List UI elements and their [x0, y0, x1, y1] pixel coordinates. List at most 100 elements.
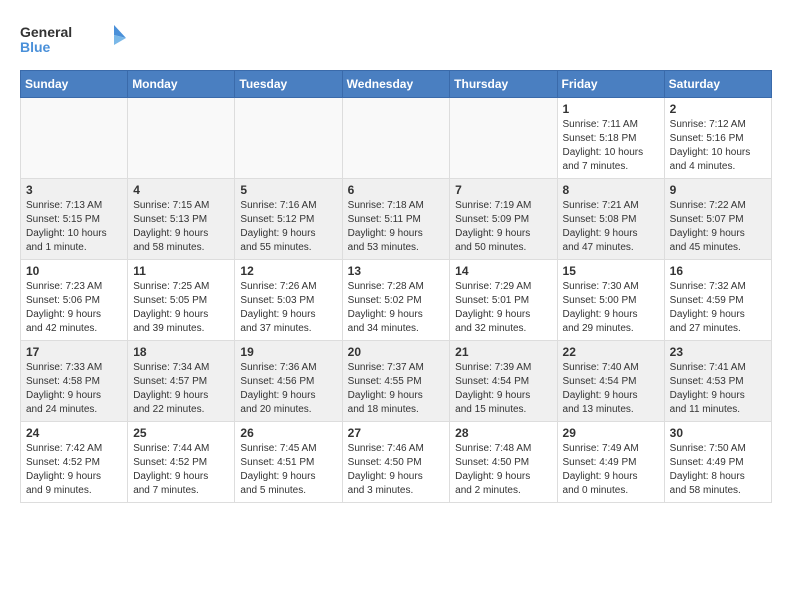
day-info: Sunrise: 7:50 AM Sunset: 4:49 PM Dayligh… [670, 442, 766, 498]
page-header: GeneralBlue [20, 20, 772, 60]
day-info: Sunrise: 7:40 AM Sunset: 4:54 PM Dayligh… [563, 361, 659, 417]
calendar-cell: 8Sunrise: 7:21 AM Sunset: 5:08 PM Daylig… [557, 179, 664, 260]
weekday-header-monday: Monday [128, 71, 235, 98]
day-number: 28 [455, 426, 551, 440]
day-number: 14 [455, 264, 551, 278]
day-info: Sunrise: 7:22 AM Sunset: 5:07 PM Dayligh… [670, 199, 766, 255]
day-number: 26 [240, 426, 336, 440]
day-info: Sunrise: 7:19 AM Sunset: 5:09 PM Dayligh… [455, 199, 551, 255]
logo-icon [82, 20, 127, 60]
day-number: 18 [133, 345, 229, 359]
calendar-cell: 4Sunrise: 7:15 AM Sunset: 5:13 PM Daylig… [128, 179, 235, 260]
calendar-cell: 21 Sunrise: 7:39 AM Sunset: 4:54 PM Dayli… [450, 341, 557, 422]
weekday-header-sunday: Sunday [21, 71, 128, 98]
day-info: Sunrise: 7:29 AM Sunset: 5:01 PM Dayligh… [455, 280, 551, 336]
calendar-cell: 12 Sunrise: 7:26 AM Sunset: 5:03 PM Dayli… [235, 260, 342, 341]
calendar-cell: 3 Sunrise: 7:13 AM Sunset: 5:15 PM Daylig… [21, 179, 128, 260]
calendar-cell [342, 98, 450, 179]
logo-general: General [20, 25, 72, 40]
day-number: 19 [240, 345, 336, 359]
day-info: Sunrise: 7:45 AM Sunset: 4:51 PM Dayligh… [240, 442, 336, 498]
day-info: Sunrise: 7:23 AM Sunset: 5:06 PM Dayligh… [26, 280, 122, 336]
day-info: Sunrise: 7:32 AM Sunset: 4:59 PM Dayligh… [670, 280, 766, 336]
day-info: Sunrise: 7:28 AM Sunset: 5:02 PM Dayligh… [348, 280, 445, 336]
day-number: 23 [670, 345, 766, 359]
weekday-header-row: SundayMondayTuesdayWednesdayThursdayFrid… [21, 71, 772, 98]
calendar-cell: 5 Sunrise: 7:16 AM Sunset: 5:12 PM Daylig… [235, 179, 342, 260]
day-number: 17 [26, 345, 122, 359]
weekday-header-friday: Friday [557, 71, 664, 98]
calendar-cell: 10 Sunrise: 7:23 AM Sunset: 5:06 PM Dayli… [21, 260, 128, 341]
calendar-cell [450, 98, 557, 179]
calendar-cell: 15 Sunrise: 7:30 AM Sunset: 5:00 PM Dayli… [557, 260, 664, 341]
calendar-cell: 24Sunrise: 7:42 AM Sunset: 4:52 PM Dayli… [21, 422, 128, 503]
day-number: 1 [563, 102, 659, 116]
day-number: 10 [26, 264, 122, 278]
day-number: 9 [670, 183, 766, 197]
day-info: Sunrise: 7:12 AM Sunset: 5:16 PM Dayligh… [670, 118, 766, 174]
day-info: Sunrise: 7:30 AM Sunset: 5:00 PM Dayligh… [563, 280, 659, 336]
calendar-cell: 7 Sunrise: 7:19 AM Sunset: 5:09 PM Daylig… [450, 179, 557, 260]
weekday-header-saturday: Saturday [664, 71, 771, 98]
day-info: Sunrise: 7:13 AM Sunset: 5:15 PM Dayligh… [26, 199, 122, 255]
day-info: Sunrise: 7:26 AM Sunset: 5:03 PM Dayligh… [240, 280, 336, 336]
calendar-cell: 2 Sunrise: 7:12 AM Sunset: 5:16 PM Daylig… [664, 98, 771, 179]
calendar-cell: 29 Sunrise: 7:49 AM Sunset: 4:49 PM Dayli… [557, 422, 664, 503]
calendar-cell: 30 Sunrise: 7:50 AM Sunset: 4:49 PM Dayli… [664, 422, 771, 503]
day-number: 27 [348, 426, 445, 440]
calendar-cell: 14 Sunrise: 7:29 AM Sunset: 5:01 PM Dayli… [450, 260, 557, 341]
weekday-header-wednesday: Wednesday [342, 71, 450, 98]
day-number: 16 [670, 264, 766, 278]
calendar-cell: 22 Sunrise: 7:40 AM Sunset: 4:54 PM Dayli… [557, 341, 664, 422]
day-number: 25 [133, 426, 229, 440]
day-info: Sunrise: 7:16 AM Sunset: 5:12 PM Dayligh… [240, 199, 336, 255]
calendar-cell: 28 Sunrise: 7:48 AM Sunset: 4:50 PM Dayli… [450, 422, 557, 503]
calendar-cell: 1 Sunrise: 7:11 AM Sunset: 5:18 PM Daylig… [557, 98, 664, 179]
day-number: 29 [563, 426, 659, 440]
day-info: Sunrise: 7:18 AM Sunset: 5:11 PM Dayligh… [348, 199, 445, 255]
day-info: Sunrise: 7:11 AM Sunset: 5:18 PM Dayligh… [563, 118, 659, 174]
calendar-cell: 23 Sunrise: 7:41 AM Sunset: 4:53 PM Dayli… [664, 341, 771, 422]
day-info: Sunrise: 7:46 AM Sunset: 4:50 PM Dayligh… [348, 442, 445, 498]
day-info: Sunrise: 7:21 AM Sunset: 5:08 PM Dayligh… [563, 199, 659, 255]
day-number: 12 [240, 264, 336, 278]
calendar-cell: 6Sunrise: 7:18 AM Sunset: 5:11 PM Daylig… [342, 179, 450, 260]
calendar-cell [235, 98, 342, 179]
calendar-cell: 20Sunrise: 7:37 AM Sunset: 4:55 PM Dayli… [342, 341, 450, 422]
calendar-cell: 18 Sunrise: 7:34 AM Sunset: 4:57 PM Dayli… [128, 341, 235, 422]
day-number: 15 [563, 264, 659, 278]
logo: GeneralBlue [20, 20, 127, 60]
day-number: 30 [670, 426, 766, 440]
calendar-cell: 13 Sunrise: 7:28 AM Sunset: 5:02 PM Dayli… [342, 260, 450, 341]
day-number: 13 [348, 264, 445, 278]
calendar-cell: 19 Sunrise: 7:36 AM Sunset: 4:56 PM Dayli… [235, 341, 342, 422]
day-number: 22 [563, 345, 659, 359]
day-info: Sunrise: 7:49 AM Sunset: 4:49 PM Dayligh… [563, 442, 659, 498]
calendar-table: SundayMondayTuesdayWednesdayThursdayFrid… [20, 70, 772, 503]
calendar-cell [128, 98, 235, 179]
day-info: Sunrise: 7:41 AM Sunset: 4:53 PM Dayligh… [670, 361, 766, 417]
day-number: 4 [133, 183, 229, 197]
calendar-cell: 26 Sunrise: 7:45 AM Sunset: 4:51 PM Dayli… [235, 422, 342, 503]
day-number: 21 [455, 345, 551, 359]
day-info: Sunrise: 7:39 AM Sunset: 4:54 PM Dayligh… [455, 361, 551, 417]
calendar-cell: 17 Sunrise: 7:33 AM Sunset: 4:58 PM Dayli… [21, 341, 128, 422]
calendar-cell: 27 Sunrise: 7:46 AM Sunset: 4:50 PM Dayli… [342, 422, 450, 503]
weekday-header-tuesday: Tuesday [235, 71, 342, 98]
day-info: Sunrise: 7:37 AM Sunset: 4:55 PM Dayligh… [348, 361, 445, 417]
day-number: 7 [455, 183, 551, 197]
day-info: Sunrise: 7:34 AM Sunset: 4:57 PM Dayligh… [133, 361, 229, 417]
day-info: Sunrise: 7:44 AM Sunset: 4:52 PM Dayligh… [133, 442, 229, 498]
day-info: Sunrise: 7:48 AM Sunset: 4:50 PM Dayligh… [455, 442, 551, 498]
calendar-cell: 25 Sunrise: 7:44 AM Sunset: 4:52 PM Dayli… [128, 422, 235, 503]
day-number: 5 [240, 183, 336, 197]
day-info: Sunrise: 7:42 AM Sunset: 4:52 PM Dayligh… [26, 442, 122, 498]
day-info: Sunrise: 7:33 AM Sunset: 4:58 PM Dayligh… [26, 361, 122, 417]
weekday-header-thursday: Thursday [450, 71, 557, 98]
day-number: 11 [133, 264, 229, 278]
calendar-cell: 16 Sunrise: 7:32 AM Sunset: 4:59 PM Dayli… [664, 260, 771, 341]
day-number: 3 [26, 183, 122, 197]
day-info: Sunrise: 7:36 AM Sunset: 4:56 PM Dayligh… [240, 361, 336, 417]
day-number: 2 [670, 102, 766, 116]
day-info: Sunrise: 7:25 AM Sunset: 5:05 PM Dayligh… [133, 280, 229, 336]
